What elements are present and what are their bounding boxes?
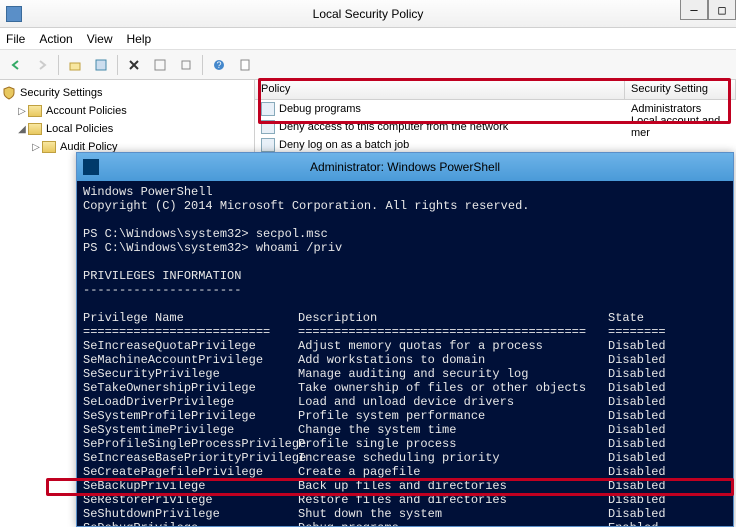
powershell-title: Administrator: Windows PowerShell xyxy=(77,160,733,174)
policy-name: Debug programs xyxy=(279,103,361,115)
policy-setting: Administrators xyxy=(625,103,736,115)
window-title: Local Security Policy xyxy=(0,7,736,21)
tree-label: Local Policies xyxy=(46,123,113,135)
policy-setting: Local account and mer xyxy=(625,115,736,139)
tree-item-local-policies[interactable]: ◢ Local Policies xyxy=(2,120,252,138)
shield-icon xyxy=(2,86,16,100)
menubar: File Action View Help xyxy=(0,28,736,50)
properties-button[interactable] xyxy=(89,53,113,77)
minimize-button[interactable]: — xyxy=(680,0,708,20)
expand-icon[interactable]: ▷ xyxy=(16,106,28,117)
col-policy[interactable]: Policy xyxy=(255,80,625,99)
privilege-row: SeShutdownPrivilegeShut down the systemD… xyxy=(83,507,727,521)
privilege-row: SeRestorePrivilegeRestore files and dire… xyxy=(83,493,727,507)
maximize-button[interactable]: □ xyxy=(708,0,736,20)
tree-item-account-policies[interactable]: ▷ Account Policies xyxy=(2,102,252,120)
tree-root-label: Security Settings xyxy=(20,87,103,99)
privilege-row: SeTakeOwnershipPrivilegeTake ownership o… xyxy=(83,381,727,395)
tree-label: Account Policies xyxy=(46,105,127,117)
policy-icon xyxy=(261,120,275,134)
powershell-window: Administrator: Windows PowerShell Window… xyxy=(76,152,734,527)
svg-text:?: ? xyxy=(216,60,221,70)
delete-button[interactable] xyxy=(122,53,146,77)
privilege-row: SeSystemProfilePrivilegeProfile system p… xyxy=(83,409,727,423)
titlebar: Local Security Policy — □ xyxy=(0,0,736,28)
policy-name: Deny log on as a batch job xyxy=(279,139,409,151)
privilege-row: SeProfileSingleProcessPrivilegeProfile s… xyxy=(83,437,727,451)
privilege-row: SeCreatePagefilePrivilegeCreate a pagefi… xyxy=(83,465,727,479)
menu-view[interactable]: View xyxy=(87,32,113,46)
up-button[interactable] xyxy=(63,53,87,77)
export-button[interactable] xyxy=(148,53,172,77)
list-row[interactable]: Deny access to this computer from the ne… xyxy=(255,118,736,136)
privilege-row: SeLoadDriverPrivilegeLoad and unload dev… xyxy=(83,395,727,409)
policy-icon xyxy=(261,138,275,152)
policy-name: Deny access to this computer from the ne… xyxy=(279,121,508,133)
menu-help[interactable]: Help xyxy=(127,32,152,46)
forward-button[interactable] xyxy=(30,53,54,77)
back-button[interactable] xyxy=(4,53,28,77)
folder-icon xyxy=(42,141,56,153)
privilege-row: SeSecurityPrivilegeManage auditing and s… xyxy=(83,367,727,381)
help-button[interactable]: ? xyxy=(207,53,231,77)
powershell-titlebar: Administrator: Windows PowerShell xyxy=(77,153,733,181)
privilege-row: SeMachineAccountPrivilegeAdd workstation… xyxy=(83,353,727,367)
toolbar: ? xyxy=(0,50,736,80)
col-setting[interactable]: Security Setting xyxy=(625,80,736,99)
powershell-body[interactable]: Windows PowerShell Copyright (C) 2014 Mi… xyxy=(77,181,733,526)
menu-file[interactable]: File xyxy=(6,32,25,46)
policy-icon xyxy=(261,102,275,116)
tree-root[interactable]: Security Settings xyxy=(2,84,252,102)
copy-button[interactable] xyxy=(174,53,198,77)
privilege-row: SeIncreaseBasePriorityPrivilegeIncrease … xyxy=(83,451,727,465)
privilege-row: SeBackupPrivilegeBack up files and direc… xyxy=(83,479,727,493)
folder-icon xyxy=(28,123,42,135)
collapse-icon[interactable]: ◢ xyxy=(16,124,28,135)
privilege-row: SeIncreaseQuotaPrivilegeAdjust memory qu… xyxy=(83,339,727,353)
expand-icon[interactable]: ▷ xyxy=(30,142,42,153)
list-header: Policy Security Setting xyxy=(255,80,736,100)
folder-icon xyxy=(28,105,42,117)
menu-action[interactable]: Action xyxy=(39,32,72,46)
privilege-row: SeSystemtimePrivilegeChange the system t… xyxy=(83,423,727,437)
privilege-row: SeDebugPrivilegeDebug programsEnabled xyxy=(83,521,727,526)
refresh-button[interactable] xyxy=(233,53,257,77)
